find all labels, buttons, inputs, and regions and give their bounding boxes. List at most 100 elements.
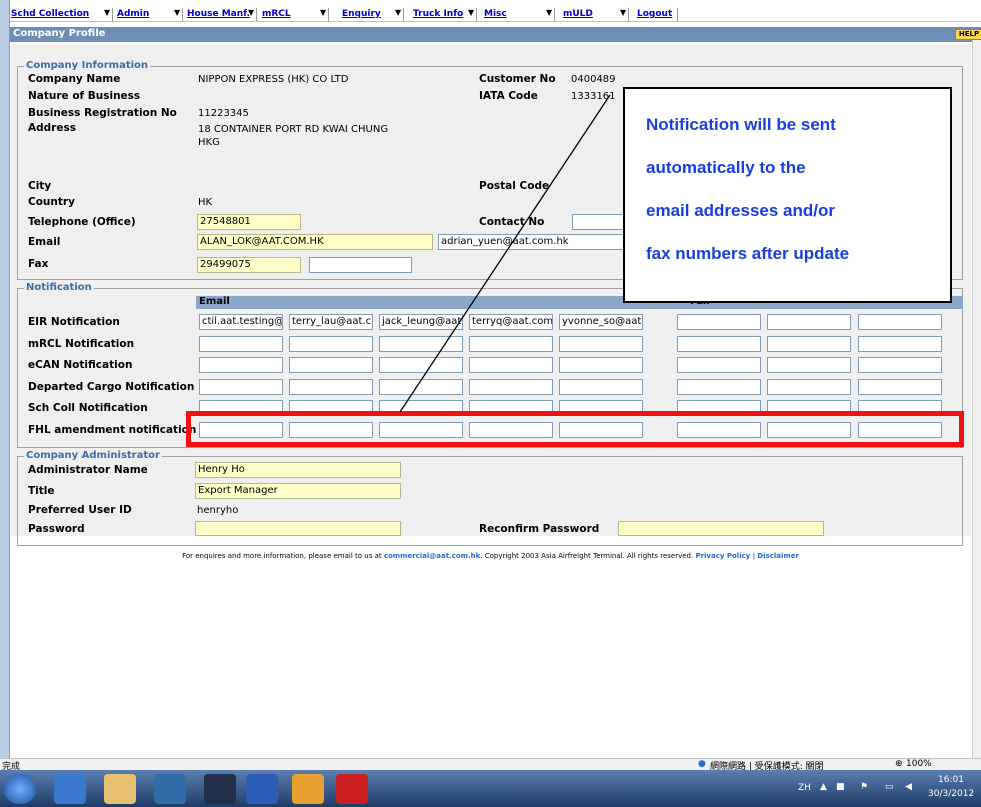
footer-email-link[interactable]: commercial@aat.com.hk xyxy=(384,552,480,560)
reconfirm-password-input[interactable] xyxy=(618,521,824,536)
notification-row-label: Sch Coll Notification xyxy=(28,402,148,414)
language-indicator[interactable]: ZH xyxy=(798,783,811,793)
menu-separator xyxy=(554,8,555,22)
app-icon[interactable] xyxy=(204,774,236,804)
chevron-down-icon[interactable]: ▼ xyxy=(395,8,401,17)
notification-email-input[interactable]: yvonne_so@aat xyxy=(559,314,643,330)
notification-email-input[interactable] xyxy=(469,357,553,373)
menu-admin[interactable]: Admin xyxy=(117,9,149,21)
notification-fax-input[interactable] xyxy=(677,357,761,373)
notification-fax-input[interactable] xyxy=(858,314,942,330)
callout-line: email addresses and/or xyxy=(646,201,835,220)
notification-fax-input[interactable] xyxy=(767,357,851,373)
menu-schd-collection[interactable]: Schd Collection xyxy=(11,9,89,21)
page-title: Company Profile xyxy=(13,28,106,39)
notification-email-input[interactable]: jack_leung@aat xyxy=(379,314,463,330)
notification-email-input[interactable] xyxy=(469,378,553,395)
media-player-icon[interactable] xyxy=(154,774,186,804)
notification-email-input[interactable]: terry_lau@aat.c xyxy=(289,314,373,330)
zoom-level[interactable]: 100% xyxy=(906,759,932,769)
country-label: Country xyxy=(28,196,75,208)
email-label: Email xyxy=(28,236,61,248)
privacy-policy-link[interactable]: Privacy Policy xyxy=(695,552,750,560)
notification-email-input[interactable] xyxy=(559,335,643,352)
notification-fax-input[interactable] xyxy=(677,335,761,352)
chevron-down-icon[interactable]: ▼ xyxy=(546,8,552,17)
disclaimer-link[interactable]: Disclaimer xyxy=(757,552,799,560)
notification-email-input[interactable] xyxy=(559,357,643,373)
notification-fax-input[interactable] xyxy=(767,314,851,330)
start-button-icon[interactable] xyxy=(4,774,36,804)
internet-explorer-icon[interactable] xyxy=(54,774,86,804)
company-administrator-legend: Company Administrator xyxy=(24,450,162,461)
menu-separator xyxy=(182,8,183,22)
notification-row-label: Departed Cargo Notification xyxy=(28,380,195,393)
nature-of-business-label: Nature of Business xyxy=(28,90,141,102)
chevron-down-icon[interactable]: ▼ xyxy=(248,8,254,17)
help-button[interactable]: HELP xyxy=(955,29,981,40)
password-input[interactable] xyxy=(195,521,401,536)
menu-muld[interactable]: mULD xyxy=(563,9,593,21)
network-icon[interactable]: ■ xyxy=(836,782,845,792)
chevron-up-icon[interactable]: ▲ xyxy=(820,782,827,792)
callout-line: automatically to the xyxy=(646,158,806,177)
chevron-down-icon[interactable]: ▼ xyxy=(104,8,110,17)
clock-time[interactable]: 16:01 xyxy=(938,775,964,785)
notification-fax-input[interactable] xyxy=(858,357,942,373)
notification-email-input[interactable] xyxy=(289,357,373,373)
notification-email-input[interactable] xyxy=(289,378,373,395)
flag-icon[interactable]: ⚑ xyxy=(860,782,868,792)
notification-fax-input[interactable] xyxy=(677,314,761,330)
highlight-box xyxy=(186,411,964,447)
telephone-input[interactable]: 27548801 xyxy=(197,214,301,230)
customer-no-label: Customer No xyxy=(479,73,556,85)
notification-fax-input[interactable] xyxy=(858,335,942,352)
fax-input-2[interactable] xyxy=(309,257,412,273)
notification-email-input[interactable]: ctil.aat.testing@ xyxy=(199,314,283,330)
menu-truck-info[interactable]: Truck Info xyxy=(413,9,463,21)
word-icon[interactable] xyxy=(246,774,278,804)
notification-email-input[interactable] xyxy=(199,357,283,373)
country-value: HK xyxy=(198,197,213,208)
notification-email-input[interactable] xyxy=(289,335,373,352)
volume-icon[interactable]: ◀ xyxy=(905,782,912,792)
fax-input-1[interactable]: 29499075 xyxy=(197,257,301,273)
menu-house-manf[interactable]: House Manf. xyxy=(187,9,250,21)
notification-email-input[interactable] xyxy=(199,335,283,352)
notification-email-input[interactable]: terryq@aat.com xyxy=(469,314,553,330)
chevron-down-icon[interactable]: ▼ xyxy=(620,8,626,17)
notification-fax-input[interactable] xyxy=(858,378,942,395)
notification-email-input[interactable] xyxy=(379,335,463,352)
title-input[interactable]: Export Manager xyxy=(195,483,401,499)
chevron-down-icon[interactable]: ▼ xyxy=(468,8,474,17)
page-title-bar: Company Profile HELP xyxy=(10,27,981,42)
email-input-2[interactable]: adrian_yuen@aat.com.hk xyxy=(438,234,632,250)
browser-status-bar: 完成 ● 網際網路 | 受保護模式: 關閉 ⊕ 100% xyxy=(0,758,981,772)
notification-email-input[interactable] xyxy=(559,378,643,395)
notification-email-input[interactable] xyxy=(379,378,463,395)
display-icon[interactable]: ▭ xyxy=(885,782,894,792)
notification-email-input[interactable] xyxy=(469,335,553,352)
page-footer: For enquires and more information, pleas… xyxy=(0,552,981,560)
menu-enquiry[interactable]: Enquiry xyxy=(342,9,381,21)
annotation-callout: Notification will be sent automatically … xyxy=(623,87,952,303)
file-explorer-icon[interactable] xyxy=(104,774,136,804)
chevron-down-icon[interactable]: ▼ xyxy=(174,8,180,17)
vertical-scrollbar[interactable] xyxy=(972,40,981,770)
chevron-down-icon[interactable]: ▼ xyxy=(320,8,326,17)
notification-email-input[interactable] xyxy=(379,357,463,373)
zoom-icon[interactable]: ⊕ xyxy=(895,759,903,769)
clock-date[interactable]: 30/3/2012 xyxy=(928,789,974,799)
notification-fax-input[interactable] xyxy=(767,378,851,395)
administrator-name-input[interactable]: Henry Ho xyxy=(195,462,401,478)
notification-email-input[interactable] xyxy=(199,378,283,395)
menu-logout[interactable]: Logout xyxy=(637,9,672,21)
notification-fax-input[interactable] xyxy=(767,335,851,352)
notification-fax-input[interactable] xyxy=(677,378,761,395)
menu-mrcl[interactable]: mRCL xyxy=(262,9,291,21)
menu-misc[interactable]: Misc xyxy=(484,9,507,21)
notification-row-label: eCAN Notification xyxy=(28,359,133,371)
acrobat-icon[interactable] xyxy=(336,774,368,804)
email-input-1[interactable]: ALAN_LOK@AAT.COM.HK xyxy=(197,234,433,250)
outlook-icon[interactable] xyxy=(292,774,324,804)
